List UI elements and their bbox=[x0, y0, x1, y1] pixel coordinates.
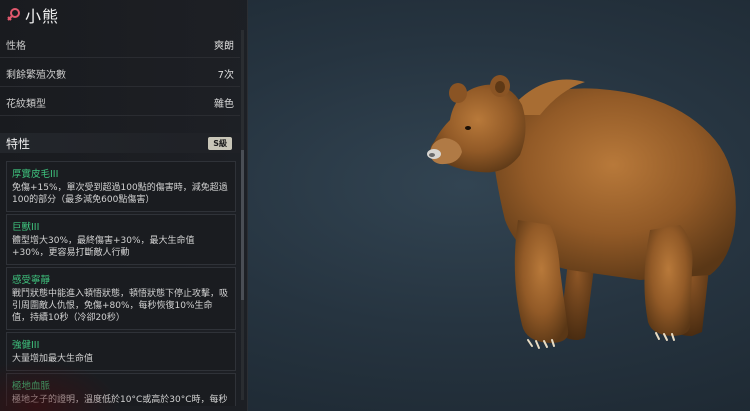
stat-label: 花紋類型 bbox=[6, 99, 46, 110]
trait-name: 極地血脈 bbox=[12, 381, 51, 392]
bear-model[interactable] bbox=[410, 60, 750, 355]
trait-name: 巨獸III bbox=[12, 222, 40, 233]
female-icon bbox=[7, 8, 20, 21]
trait-description: 大量增加最大生命值 bbox=[12, 354, 94, 364]
trait-card: 巨獸III 體型增大30%，最終傷害+30%，最大生命值+30%，更容易打斷敵人… bbox=[6, 214, 236, 265]
trait-name: 厚實皮毛III bbox=[12, 169, 59, 180]
panel-scrollbar[interactable] bbox=[241, 30, 244, 400]
stat-row-personality: 性格 爽朗 bbox=[0, 32, 240, 58]
trait-description: 免傷+15%，單次受到超過100點的傷害時，減免超過100的部分（最多減免600… bbox=[12, 183, 228, 205]
trait-card: 感受寧靜 戰鬥狀態中能進入頓悟狀態，頓悟狀態下停止攻擊，吸引周圍敵人仇恨，免傷+… bbox=[6, 267, 236, 330]
stat-value: 雜色 bbox=[214, 99, 234, 110]
creature-name: 小熊 bbox=[25, 7, 60, 26]
trait-name: 強健III bbox=[12, 340, 40, 351]
stat-row-breeding-count: 剩餘繁殖次數 7次 bbox=[0, 61, 240, 87]
stat-label: 性格 bbox=[6, 41, 26, 52]
trait-card: 強健III 大量增加最大生命值 bbox=[6, 332, 236, 371]
trait-name: 感受寧靜 bbox=[12, 275, 51, 286]
stat-value: 7次 bbox=[217, 70, 234, 81]
creature-title-row: 小熊 bbox=[6, 4, 59, 26]
trait-description: 體型增大30%，最終傷害+30%，最大生命值+30%，更容易打斷敵人行動 bbox=[12, 236, 195, 258]
trait-list[interactable]: 厚實皮毛III 免傷+15%，單次受到超過100點的傷害時，減免超過100的部分… bbox=[6, 161, 236, 406]
scrollbar-thumb[interactable] bbox=[241, 150, 244, 300]
stat-value: 爽朗 bbox=[214, 41, 234, 52]
trait-description: 戰鬥狀態中能進入頓悟狀態，頓悟狀態下停止攻擊，吸引周圍敵人仇恨，免傷+80%，每… bbox=[12, 289, 229, 323]
trait-card: 厚實皮毛III 免傷+15%，單次受到超過100點的傷害時，減免超過100的部分… bbox=[6, 161, 236, 212]
grade-badge: S級 bbox=[208, 136, 232, 150]
traits-title: 特性 bbox=[6, 136, 31, 151]
trait-description: 極地之子的證明，溫度低於10°C或高於30°C時，每秒恢復5%生命值，攻擊力提升… bbox=[12, 395, 228, 405]
trait-card: 極地血脈 極地之子的證明，溫度低於10°C或高於30°C時，每秒恢復5%生命值，… bbox=[6, 373, 236, 406]
creature-info-panel: 小熊 性格 爽朗 剩餘繁殖次數 7次 花紋類型 雜色 特性 S級 厚實皮毛III… bbox=[0, 0, 248, 411]
stat-row-pattern-type: 花紋類型 雜色 bbox=[0, 90, 240, 116]
stat-label: 剩餘繁殖次數 bbox=[6, 70, 66, 81]
traits-header: 特性 S級 bbox=[0, 133, 240, 153]
